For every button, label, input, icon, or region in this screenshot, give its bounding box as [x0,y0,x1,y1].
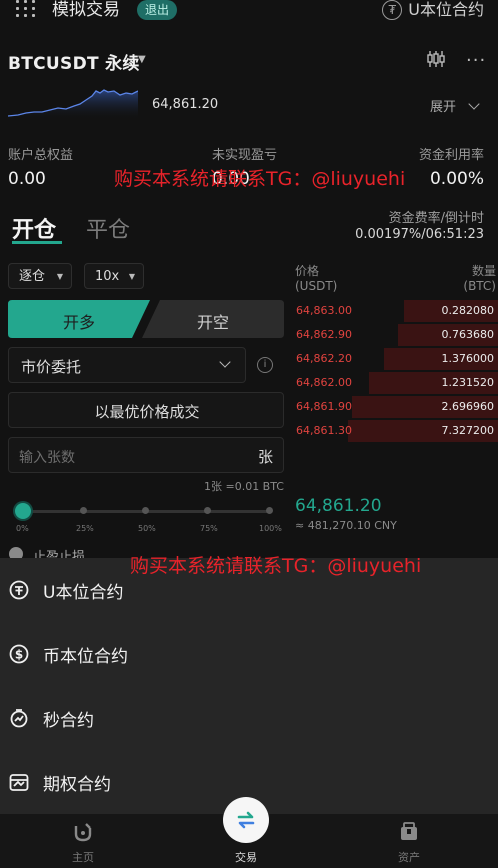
open-long-label: 开多 [62,313,95,332]
app-title: 模拟交易 [52,0,120,20]
ask-quantity: 7.327200 [441,424,495,437]
nav-home[interactable]: 主页 [72,849,94,865]
margin-mode-select[interactable]: 逐仓 ▼ [8,263,72,289]
ask-price: 64,862.90 [296,328,352,341]
best-price-field[interactable]: 以最优价格成交 [8,392,284,428]
total-equity-value: 0.00 [8,169,46,189]
orderbook-ask-row[interactable]: 64,861.90 2.696960 [290,396,498,418]
caret-down-icon: ▼ [128,272,135,281]
contract-type-sheet: U本位合约 $ 币本位合约 秒合约 期权合约 [0,558,498,814]
orderbook-price-unit: (USDT) [295,279,338,293]
slider-tick-label: 75% [200,524,218,533]
ask-quantity: 0.763680 [441,328,495,341]
chevron-down-icon[interactable] [468,98,480,110]
tab-active-indicator [12,241,62,244]
spark-price: 64,861.20 [152,97,219,112]
ask-quantity: 1.376000 [441,352,495,365]
ask-quantity: 2.696960 [441,400,495,413]
contract-switch-button[interactable]: ₮ U本位合约 [382,0,484,20]
sheet-item-label: 期权合约 [43,775,111,795]
expand-button[interactable]: 展开 [430,96,456,115]
leverage-value: 10x [95,269,120,284]
orderbook-qty-unit: (BTC) [463,279,496,293]
more-icon[interactable]: ··· [466,50,486,71]
tab-close-position[interactable]: 平仓 [86,212,130,244]
slider-step[interactable] [204,507,211,514]
svg-text:$: $ [15,648,23,662]
ask-price: 64,861.90 [296,400,352,413]
sheet-item-label: 币本位合约 [43,647,128,667]
dollar-coin-icon: $ [9,644,29,664]
margin-mode-value: 逐仓 [19,269,46,284]
best-price-label: 以最优价格成交 [94,403,200,421]
ask-quantity: 1.231520 [441,376,495,389]
tab-open-position[interactable]: 开仓 [12,212,56,244]
contract-switch-label: U本位合约 [408,0,484,19]
ask-quantity: 0.282080 [441,304,495,317]
slider-step[interactable] [266,507,273,514]
slider-tick-label: 100% [259,524,282,533]
sheet-item-coin-futures[interactable]: $ 币本位合约 [0,622,498,686]
slider-tick-label: 50% [138,524,156,533]
total-equity-label: 账户总权益 [8,148,74,163]
margin-usage-value: 0.00% [429,169,484,189]
apps-grid-icon[interactable] [16,0,38,20]
slider-tick-label: 0% [16,524,29,533]
margin-usage-label: 资金利用率 [418,148,484,163]
tether-coin-icon [9,580,29,600]
tether-icon: ₮ [382,0,403,20]
swap-arrows-icon [237,811,255,829]
contract-size: 1张 =0.01 BTC [203,480,284,493]
price-sparkline [8,89,138,120]
info-icon[interactable]: i [257,357,273,373]
sheet-item-label: U本位合约 [43,583,124,603]
slider-tick-label: 25% [76,524,94,533]
pair-selector[interactable]: BTCUSDT 永续 [8,49,140,74]
funding-rate-value: 0.00197%/06:51:23 [355,227,484,242]
order-type-select[interactable]: 市价委托 [8,347,246,383]
caret-down-icon[interactable]: ▼ [138,54,146,65]
last-price: 64,861.20 [295,496,382,516]
ask-price: 64,862.20 [296,352,352,365]
stopwatch-icon [10,709,28,728]
nav-trade[interactable]: 交易 [235,849,257,865]
quantity-input[interactable]: 输入张数 张 [8,437,284,473]
exit-button[interactable]: 退出 [137,0,178,20]
home-icon[interactable] [73,822,93,842]
watermark-text: 购买本系统请联系TG：@liuyuehi [114,168,406,190]
chevron-down-icon [219,356,231,368]
nav-assets[interactable]: 资产 [398,849,420,865]
leverage-select[interactable]: 10x ▼ [84,263,144,289]
wallet-icon[interactable] [400,822,418,841]
sheet-item-label: 秒合约 [43,711,94,731]
trade-fab-button[interactable] [223,797,269,843]
orderbook-ask-row[interactable]: 64,863.00 0.282080 [290,300,498,322]
candlestick-icon[interactable] [426,50,446,68]
ask-price: 64,863.00 [296,304,352,317]
orderbook-price-header: 价格 [295,264,320,278]
orderbook-ask-row[interactable]: 64,862.00 1.231520 [290,372,498,394]
quantity-placeholder: 输入张数 [19,450,75,466]
order-type-value: 市价委托 [21,358,82,376]
quantity-slider-thumb[interactable] [15,503,31,519]
options-chart-icon [9,774,29,791]
orderbook-ask-row[interactable]: 64,861.30 7.327200 [290,420,498,442]
open-short-label: 开空 [196,313,229,332]
unrealized-pnl-label: 未实现盈亏 [212,148,278,163]
watermark-text: 购买本系统请联系TG：@liuyuehi [130,555,422,577]
caret-down-icon: ▼ [56,272,63,281]
ask-price: 64,862.00 [296,376,352,389]
funding-rate-label: 资金费率/倒计时 [388,211,484,226]
ask-price: 64,861.30 [296,424,352,437]
last-price-cny: ≈ 481,270.10 CNY [295,519,397,532]
orderbook-ask-row[interactable]: 64,862.90 0.763680 [290,324,498,346]
slider-step[interactable] [80,507,87,514]
slider-step[interactable] [142,507,149,514]
quantity-unit: 张 [257,448,273,466]
orderbook-ask-row[interactable]: 64,862.20 1.376000 [290,348,498,370]
orderbook-qty-header: 数量 [471,264,496,278]
sheet-item-second-contract[interactable]: 秒合约 [0,686,498,750]
